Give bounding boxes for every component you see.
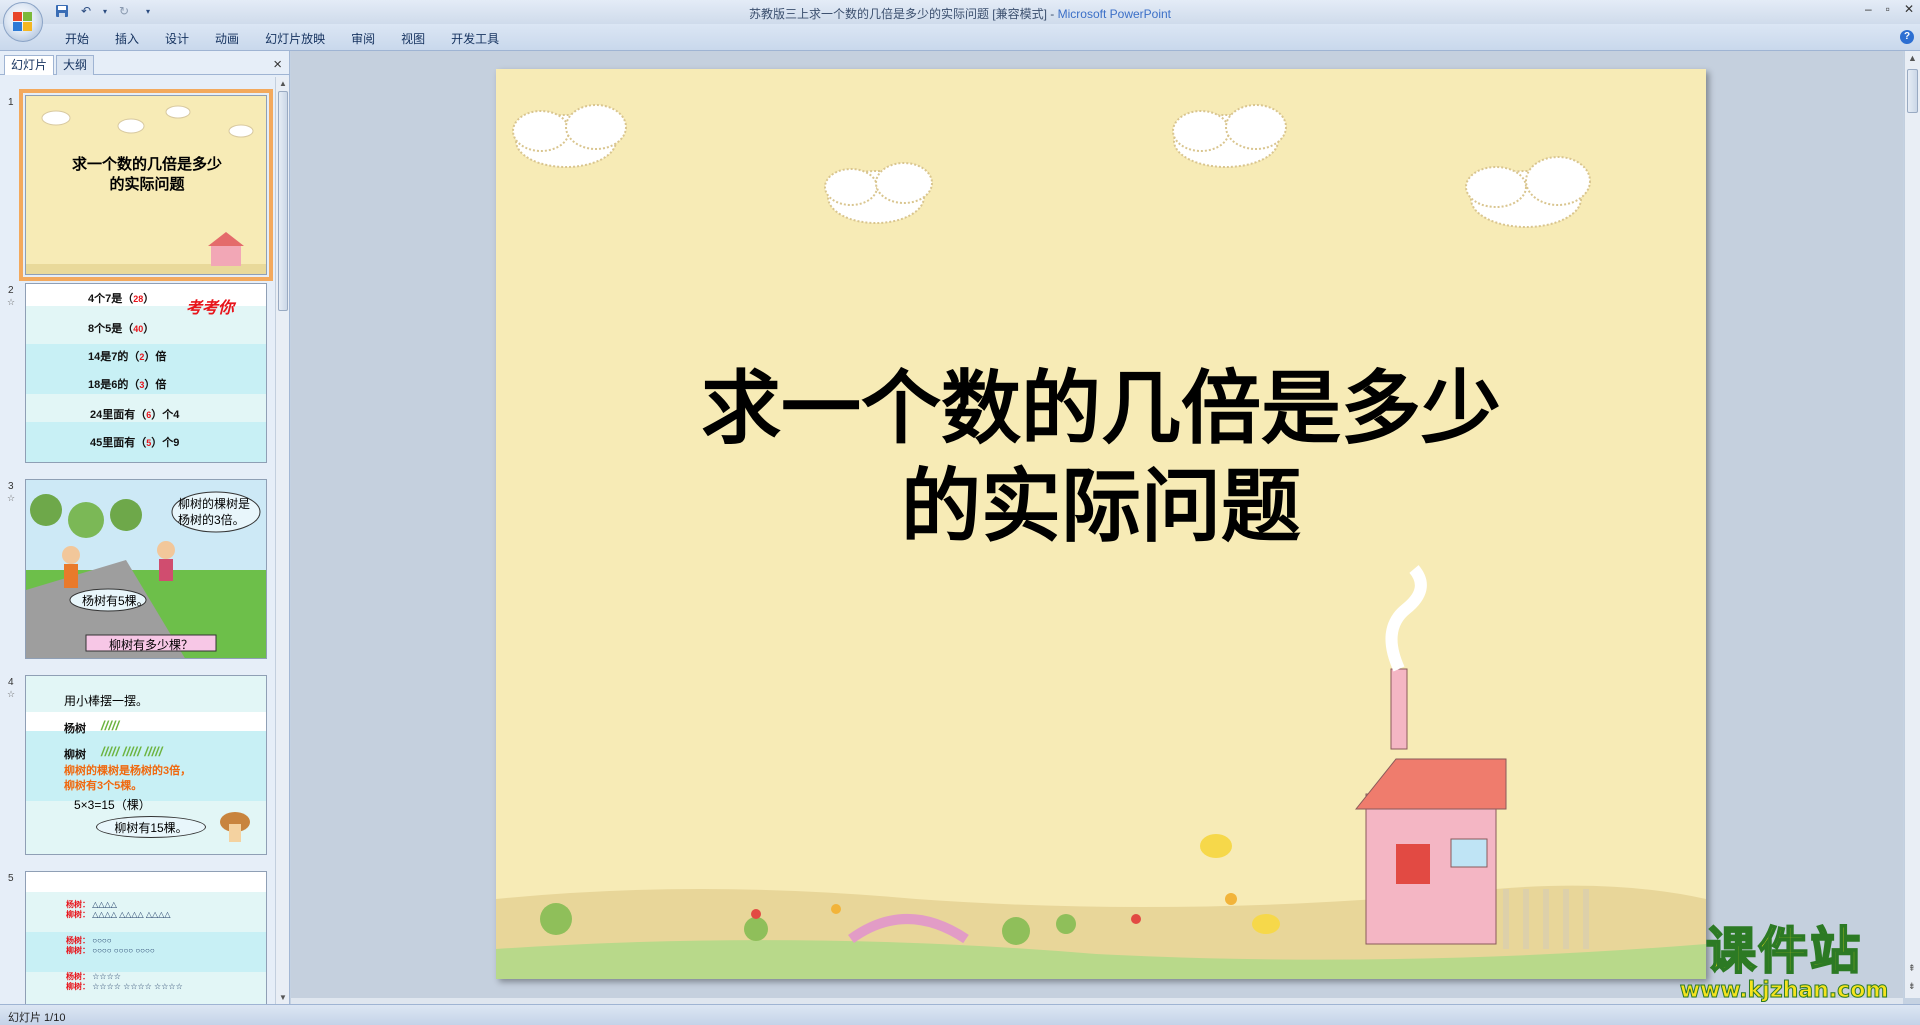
office-logo-icon xyxy=(13,12,33,32)
thumb-4-answer: 柳树有15棵。 xyxy=(114,821,188,835)
slide-title-line2: 的实际问题 xyxy=(901,459,1301,553)
thumb-1-title-line1: 求一个数的几倍是多少 xyxy=(71,155,222,173)
restore-icon[interactable]: ▫ xyxy=(1886,2,1890,16)
thumb-1-title-line2: 的实际问题 xyxy=(109,175,185,193)
scroll-up-icon[interactable]: ▲ xyxy=(1908,53,1917,63)
thumbnail-list: 1 求一个数的几倍是多少 的实际问题 2 ☆ 考考你 4个7是（28） 8个5是… xyxy=(0,77,276,1004)
slide-number: 1 xyxy=(8,97,14,108)
slide-number: 3 xyxy=(8,481,14,492)
tab-design[interactable]: 设计 xyxy=(152,29,202,49)
thumb-2-line-4: 18是6的（3）倍 xyxy=(88,379,167,391)
watermark-logo: 课件站 www.kjzhan.com xyxy=(1670,922,1898,1003)
thumb-2-line-2: 8个5是（40） xyxy=(88,323,155,335)
tab-slides[interactable]: 幻灯片 xyxy=(4,55,55,75)
mushroom-icon xyxy=(220,812,250,842)
window-title: 苏教版三上求一个数的几倍是多少的实际问题 [兼容模式] - Microsoft … xyxy=(0,5,1920,22)
thumb-2-line-6: 45里面有（5）个9 xyxy=(90,437,180,449)
slide-title-line1: 求一个数的几倍是多少 xyxy=(701,361,1501,455)
tab-animations[interactable]: 动画 xyxy=(202,29,252,49)
thumb-4-orange-1: 柳树的棵树是杨树的3倍， xyxy=(64,765,192,777)
thumb-4-label-a: 杨树 xyxy=(64,723,86,735)
close-icon[interactable]: ✕ xyxy=(1904,2,1914,16)
thumb-2-heading: 考考你 xyxy=(186,298,235,317)
scroll-thumb[interactable] xyxy=(278,91,288,311)
slide-thumbnail-2[interactable]: 考考你 4个7是（28） 8个5是（40） 14是7的（2）倍 18是6的（3）… xyxy=(25,283,267,463)
status-bar: 幻灯片 1/10 xyxy=(0,1004,1920,1025)
app-name: Microsoft PowerPoint xyxy=(1057,7,1172,21)
thumb-4-line-1: 用小棒摆一摆。 xyxy=(64,694,149,708)
slide-indicator: 幻灯片 1/10 xyxy=(8,1012,66,1024)
slide-thumbnail-1[interactable]: 求一个数的几倍是多少 的实际问题 xyxy=(19,89,273,281)
thumb-4-sticks-b: ///// ///// ///// xyxy=(101,744,163,759)
tab-insert[interactable]: 插入 xyxy=(102,29,152,49)
scroll-up-icon[interactable]: ▲ xyxy=(279,79,287,88)
tab-review[interactable]: 审阅 xyxy=(338,29,388,49)
animation-star-icon: ☆ xyxy=(7,493,16,503)
slide-thumbnail-4[interactable]: 用小棒摆一摆。 杨树 ///// 柳树 ///// ///// ///// 柳树… xyxy=(25,675,267,855)
tab-slideshow[interactable]: 幻灯片放映 xyxy=(252,29,338,49)
animation-star-icon: ☆ xyxy=(7,297,16,307)
pane-close-icon[interactable]: × xyxy=(273,56,282,73)
minimize-icon[interactable]: – xyxy=(1865,2,1872,16)
slide-number: 4 xyxy=(8,677,14,688)
thumb-2-line-3: 14是7的（2）倍 xyxy=(88,351,167,363)
window-controls: – ▫ ✕ xyxy=(1865,2,1914,16)
animation-star-icon: ☆ xyxy=(7,689,16,699)
thumbnail-scrollbar[interactable]: ▲ ▼ xyxy=(275,77,289,1004)
document-title: 苏教版三上求一个数的几倍是多少的实际问题 [兼容模式] - xyxy=(748,7,1058,21)
slide-scrollbar[interactable]: ▲ ⇞ ⇟ xyxy=(1904,51,1920,998)
tab-developer[interactable]: 开发工具 xyxy=(438,29,512,49)
thumb-4-sticks-a: ///// xyxy=(101,718,120,733)
tab-outline[interactable]: 大纲 xyxy=(56,55,95,75)
thumb-5-row-1: 杨树： △△△△ 柳树： △△△△ △△△△ △△△△ xyxy=(66,900,171,919)
slide-thumbnail-3[interactable]: 柳树的棵树是杨树的3倍。 杨树有5棵。 柳树有多少棵？ xyxy=(25,479,267,659)
ribbon-tabs: 开始 插入 设计 动画 幻灯片放映 审阅 视图 开发工具 xyxy=(52,29,512,49)
current-slide[interactable]: 求一个数的几倍是多少 的实际问题 xyxy=(496,69,1706,979)
thumb-4-label-b: 柳树 xyxy=(64,749,86,761)
help-icon[interactable]: ? xyxy=(1900,30,1914,44)
thumb-2-line-5: 24里面有（6）个4 xyxy=(90,409,180,421)
slides-pane: 幻灯片 大纲 × 1 求一个数的几倍是多少 的实际问题 2 ☆ 考考你 4个7是… xyxy=(0,51,290,1004)
watermark-url: www.kjzhan.com xyxy=(1679,978,1889,1003)
next-slide-icon[interactable]: ⇟ xyxy=(1908,981,1916,992)
title-bar: ↶ ▾ ↻ ▾ 苏教版三上求一个数的几倍是多少的实际问题 [兼容模式] - Mi… xyxy=(0,0,1920,24)
slide-title[interactable]: 求一个数的几倍是多少 的实际问题 xyxy=(496,359,1706,555)
thumb-3-bubble-1: 柳树的棵树是杨树的3倍。 xyxy=(178,497,251,527)
tab-home[interactable]: 开始 xyxy=(52,29,102,49)
previous-slide-icon[interactable]: ⇞ xyxy=(1908,963,1916,974)
pane-tabs: 幻灯片 大纲 × xyxy=(0,53,290,75)
scroll-down-icon[interactable]: ▼ xyxy=(279,993,287,1002)
thumb-5-row-3: 杨树： ☆☆☆☆ 柳树： ☆☆☆☆ ☆☆☆☆ ☆☆☆☆ xyxy=(66,972,183,991)
slide-number: 5 xyxy=(8,873,14,884)
slide-editing-area: 求一个数的几倍是多少 的实际问题 xyxy=(291,51,1903,998)
office-button[interactable] xyxy=(3,2,43,42)
ribbon-tab-bar: 开始 插入 设计 动画 幻灯片放映 审阅 视图 开发工具 ? xyxy=(0,24,1920,51)
thumb-3-question: 柳树有多少棵？ xyxy=(108,638,193,652)
watermark-title: 课件站 xyxy=(1705,922,1862,980)
tab-view[interactable]: 视图 xyxy=(388,29,438,49)
scroll-thumb[interactable] xyxy=(1907,69,1918,113)
thumb-5-row-2: 杨树： ○○○○ 柳树： ○○○○ ○○○○ ○○○○ xyxy=(66,936,155,955)
thumb-4-orange-2: 柳树有3个5棵。 xyxy=(64,780,143,792)
thumb-3-bubble-2: 杨树有5棵。 xyxy=(82,594,149,608)
thumb-2-line-1: 4个7是（28） xyxy=(88,293,155,305)
thumb-4-calc: 5×3=15（棵） xyxy=(74,798,151,812)
slide-thumbnail-5[interactable]: 杨树： △△△△ 柳树： △△△△ △△△△ △△△△ 杨树： ○○○○ 柳树：… xyxy=(25,871,267,1004)
slide-number: 2 xyxy=(8,285,14,296)
